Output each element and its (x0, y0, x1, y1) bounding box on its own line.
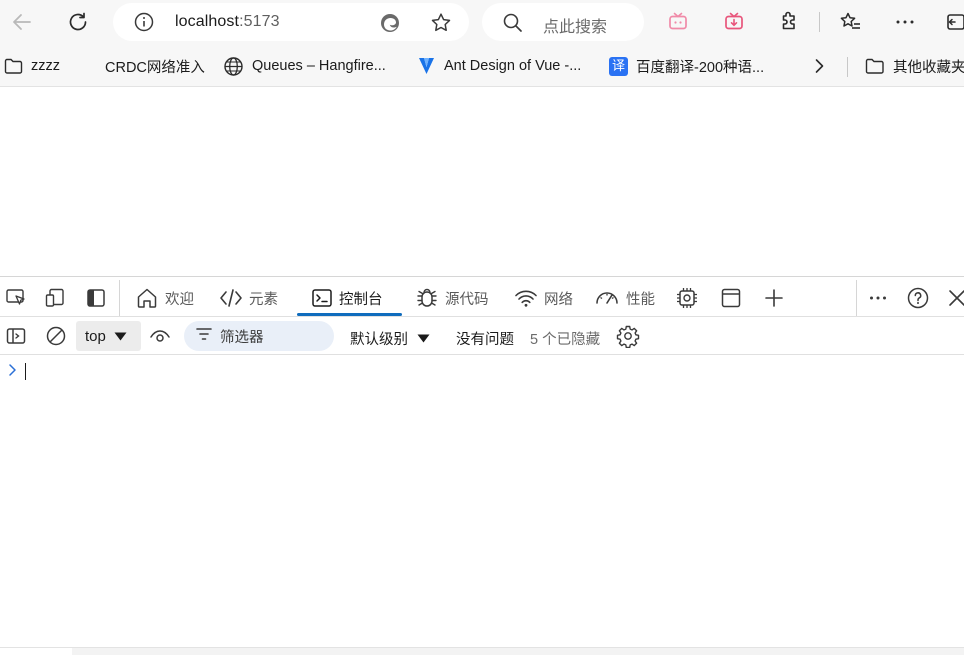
hidden-messages-count: 5 个已隐藏 (530, 332, 601, 348)
filter-icon (196, 327, 212, 346)
code-icon (219, 286, 243, 310)
baidu-translate-glyph: 译 (609, 56, 628, 76)
browser-toolbar: localhost:5173 点此搜索 (0, 0, 964, 44)
favorite-label: 百度翻译-200种语... (636, 59, 765, 76)
devtools-tab-bar: 欢迎 元素 控制台 源代码 网络 性能 (0, 277, 964, 317)
search-placeholder: 点此搜索 (543, 19, 608, 36)
close-devtools-icon[interactable] (945, 286, 964, 310)
tab-network[interactable]: 网络 (514, 284, 573, 312)
help-icon[interactable] (906, 286, 930, 310)
log-levels-dropdown[interactable]: 默认级别 (350, 328, 430, 349)
log-levels-label: 默认级别 (350, 332, 408, 348)
favorites-list-icon[interactable] (835, 6, 867, 38)
favorite-item-hangfire[interactable]: Queues – Hangfire... (223, 54, 386, 78)
console-output[interactable] (0, 355, 964, 645)
site-info-icon[interactable] (133, 11, 155, 38)
inspect-element-icon[interactable] (4, 286, 28, 310)
refresh-icon[interactable] (62, 6, 94, 38)
favorite-item-zzzz[interactable]: zzzz (4, 54, 60, 78)
url-host: localhost (175, 13, 240, 30)
live-expression-eye-icon[interactable] (148, 324, 172, 348)
favorite-item-crdc[interactable]: CRDC网络准入 (84, 54, 205, 78)
tab-label: 源代码 (445, 291, 489, 308)
url-port: :5173 (239, 13, 280, 30)
favorite-star-icon[interactable] (429, 11, 453, 40)
device-emulation-icon[interactable] (43, 286, 67, 310)
tab-label: 控制台 (339, 291, 383, 308)
console-icon (311, 287, 333, 309)
page-viewport (0, 88, 964, 276)
clear-console-icon[interactable] (44, 324, 68, 348)
tab-label: 性能 (626, 291, 655, 308)
devtools-drawer-edge (0, 647, 964, 655)
context-label: top (85, 327, 106, 345)
antd-logo-icon (417, 56, 436, 76)
tv-extension-icon[interactable] (662, 6, 694, 38)
favorites-bar: zzzz CRDC网络准入 Queues – Hangfire... Ant D… (0, 44, 964, 87)
home-icon (135, 286, 159, 310)
edge-read-aloud-icon[interactable] (379, 12, 401, 39)
sidebar-toggle-icon[interactable] (940, 6, 964, 38)
search-icon (502, 12, 524, 39)
console-input-caret[interactable] (25, 363, 26, 380)
dropdown-caret-icon (417, 334, 430, 343)
console-sidebar-toggle-icon[interactable] (4, 324, 28, 348)
address-url[interactable]: localhost:5173 (175, 13, 280, 31)
bug-icon (415, 286, 439, 310)
console-toolbar: top 筛选器 默认级别 没有问题 5 个已隐藏 (0, 317, 964, 355)
tab-divider (119, 280, 120, 316)
more-menu-icon[interactable] (889, 6, 921, 38)
folder-icon (4, 58, 23, 75)
active-tab-indicator (297, 313, 402, 316)
folder-icon (865, 58, 885, 75)
application-panel-icon[interactable] (719, 286, 743, 310)
tab-label: 网络 (544, 291, 573, 308)
tab-welcome[interactable]: 欢迎 (135, 284, 194, 312)
toolbar-divider (819, 12, 820, 32)
favorite-label: CRDC网络准入 (105, 59, 205, 76)
tab-sources[interactable]: 源代码 (415, 284, 489, 312)
tab-divider (856, 280, 857, 316)
tab-elements[interactable]: 元素 (219, 284, 278, 312)
favorites-divider (847, 57, 848, 77)
gauge-icon (594, 286, 620, 310)
filter-placeholder: 筛选器 (220, 329, 264, 346)
dropdown-caret-icon (114, 332, 127, 341)
favorites-overflow-chevron-icon[interactable] (810, 54, 828, 78)
address-bar[interactable]: localhost:5173 (113, 3, 469, 41)
tab-label: 元素 (249, 291, 278, 308)
favorite-label: zzzz (31, 58, 60, 74)
context-selector[interactable]: top (76, 321, 141, 351)
tab-performance[interactable]: 性能 (594, 284, 655, 312)
drawer-tab-stub (0, 648, 72, 655)
console-settings-gear-icon[interactable] (616, 324, 640, 348)
baidu-translate-icon: 译 (609, 56, 628, 76)
issues-status[interactable]: 没有问题 (456, 328, 514, 349)
wifi-icon (514, 286, 538, 310)
favorite-label: Queues – Hangfire... (252, 58, 386, 74)
console-filter-input[interactable]: 筛选器 (184, 321, 334, 351)
favorite-item-baidu-translate[interactable]: 译 百度翻译-200种语... (609, 54, 764, 78)
devtools-panel: 欢迎 元素 控制台 源代码 网络 性能 top 筛选器 默认级别 没有问题 5 … (0, 276, 964, 655)
memory-chip-icon[interactable] (675, 286, 699, 310)
tab-label: 欢迎 (165, 291, 194, 308)
globe-icon (223, 56, 244, 77)
favorite-item-antdv[interactable]: Ant Design of Vue -... (417, 54, 581, 78)
favorite-item-other[interactable]: 其他收藏夹 (865, 54, 964, 78)
tab-console[interactable]: 控制台 (311, 284, 383, 312)
favorite-label: Ant Design of Vue -... (444, 58, 582, 74)
search-box[interactable]: 点此搜索 (482, 3, 644, 41)
more-tools-icon[interactable] (866, 286, 890, 310)
dock-side-icon[interactable] (84, 286, 108, 310)
back-arrow-icon[interactable] (6, 6, 38, 38)
add-tool-plus-icon[interactable] (762, 286, 786, 310)
tv-download-extension-icon[interactable] (718, 6, 750, 38)
favorite-label: 其他收藏夹 (893, 59, 964, 76)
extensions-puzzle-icon[interactable] (773, 6, 805, 38)
console-prompt-chevron-icon (8, 363, 18, 382)
